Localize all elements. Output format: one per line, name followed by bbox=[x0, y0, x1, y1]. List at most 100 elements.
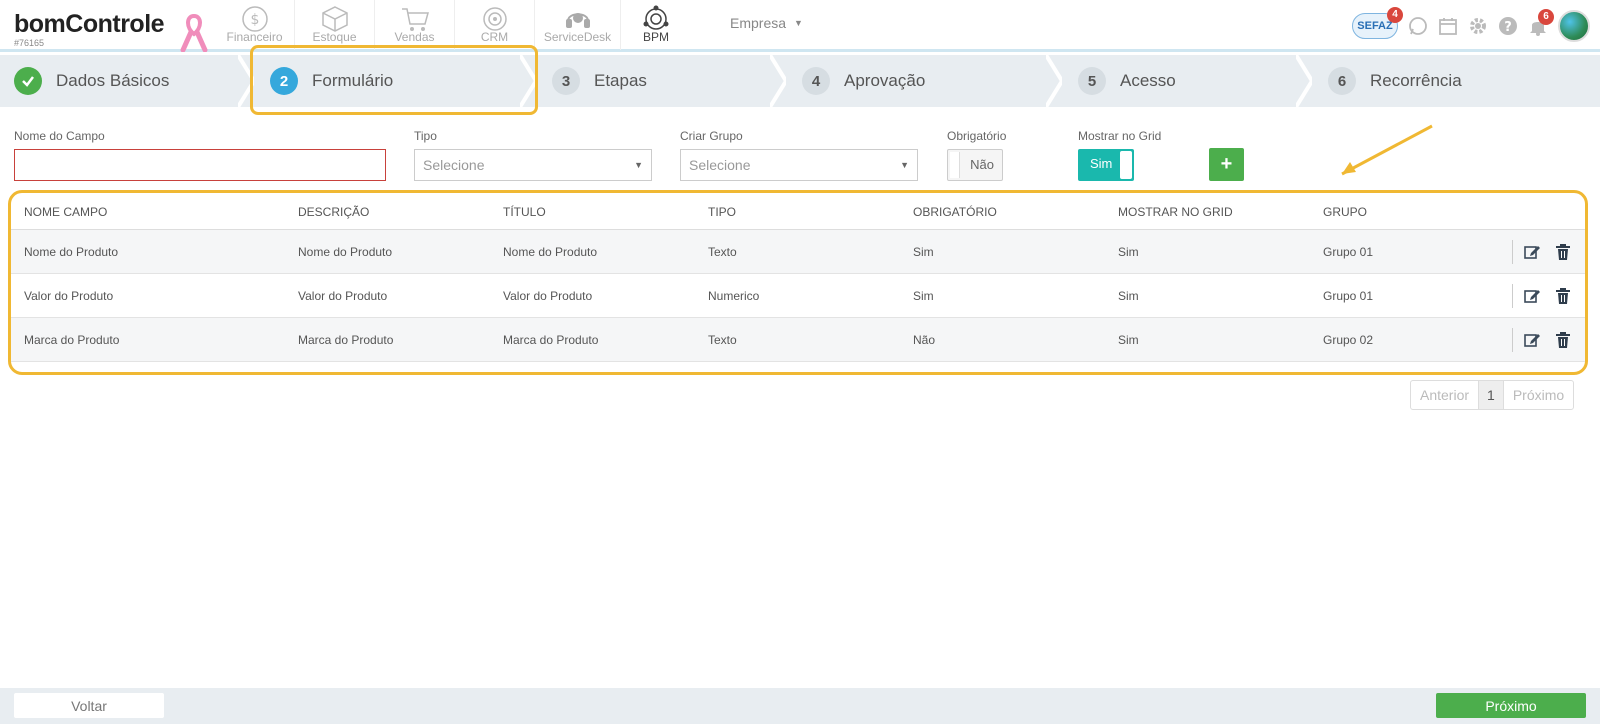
col-titulo[interactable]: TÍTULO bbox=[503, 205, 546, 219]
gear-icon[interactable] bbox=[1468, 16, 1488, 36]
back-button[interactable]: Voltar bbox=[14, 693, 164, 718]
cell-tipo: Texto bbox=[708, 245, 737, 259]
next-button[interactable]: Próximo bbox=[1436, 693, 1586, 718]
table-row: Marca do Produto Marca do Produto Marca … bbox=[11, 318, 1585, 362]
mostrar-grid-toggle[interactable]: Sim bbox=[1078, 149, 1134, 181]
module-bpm[interactable]: BPM bbox=[621, 0, 691, 50]
company-dropdown[interactable]: Empresa ▼ bbox=[730, 15, 803, 31]
cell-mostrar-grid: Sim bbox=[1118, 333, 1139, 347]
col-grupo[interactable]: GRUPO bbox=[1323, 205, 1367, 219]
criar-grupo-select[interactable]: Selecione ▼ bbox=[680, 149, 918, 181]
toggle-knob bbox=[1120, 151, 1132, 179]
step-etapas[interactable]: 3 Etapas bbox=[552, 55, 647, 107]
step-label: Etapas bbox=[594, 71, 647, 90]
brand-logo[interactable]: bomControle bbox=[14, 10, 165, 39]
obrigatorio-label: Obrigatório bbox=[947, 129, 1007, 143]
step-label: Dados Básicos bbox=[56, 71, 170, 90]
table-row: Nome do Produto Nome do Produto Nome do … bbox=[11, 230, 1585, 274]
col-descricao[interactable]: DESCRIÇÃO bbox=[298, 205, 369, 219]
header-actions: SEFAZ 4 ? 6 bbox=[1352, 6, 1590, 46]
table-row: Valor do Produto Valor do Produto Valor … bbox=[11, 274, 1585, 318]
sefaz-badge: 4 bbox=[1387, 7, 1403, 23]
whatsapp-icon[interactable] bbox=[1408, 16, 1428, 36]
shopping-cart-icon bbox=[401, 8, 429, 31]
cell-nome-campo: Nome do Produto bbox=[24, 245, 119, 259]
prev-page-button[interactable]: Anterior bbox=[1411, 381, 1480, 409]
row-actions bbox=[1512, 240, 1571, 264]
step-recorrencia[interactable]: 6 Recorrência bbox=[1328, 55, 1462, 107]
cell-obrigatorio: Sim bbox=[913, 245, 934, 259]
criar-grupo-value: Selecione bbox=[689, 157, 751, 173]
cell-tipo: Texto bbox=[708, 333, 737, 347]
sefaz-label: SEFAZ bbox=[1357, 20, 1393, 32]
step-number: 4 bbox=[802, 67, 830, 95]
col-mostrar-grid[interactable]: MOSTRAR NO GRID bbox=[1118, 205, 1233, 219]
company-label: Empresa bbox=[730, 15, 787, 31]
table-header: NOME CAMPO DESCRIÇÃO TÍTULO TIPO OBRIGAT… bbox=[11, 193, 1585, 230]
cell-obrigatorio: Não bbox=[913, 333, 936, 347]
add-field-button[interactable]: + bbox=[1209, 148, 1244, 181]
step-label: Acesso bbox=[1120, 71, 1176, 90]
account-id: #76165 bbox=[14, 38, 45, 48]
cell-tipo: Numerico bbox=[708, 289, 760, 303]
criar-grupo-label: Criar Grupo bbox=[680, 129, 743, 143]
svg-text:$: $ bbox=[250, 12, 259, 28]
sefaz-cloud-icon[interactable]: SEFAZ 4 bbox=[1352, 7, 1403, 39]
step-acesso[interactable]: 5 Acesso bbox=[1078, 55, 1176, 107]
tipo-select[interactable]: Selecione ▼ bbox=[414, 149, 652, 181]
notifications-badge: 6 bbox=[1538, 9, 1554, 25]
step-separator bbox=[1296, 55, 1312, 107]
fields-table: NOME CAMPO DESCRIÇÃO TÍTULO TIPO OBRIGAT… bbox=[8, 190, 1588, 375]
caret-down-icon: ▼ bbox=[794, 18, 803, 28]
cell-nome-campo: Valor do Produto bbox=[24, 289, 114, 303]
cell-grupo: Grupo 02 bbox=[1323, 333, 1374, 347]
step-number: 3 bbox=[552, 67, 580, 95]
mostrar-grid-label: Mostrar no Grid bbox=[1078, 129, 1162, 143]
module-crm[interactable]: CRM bbox=[455, 0, 535, 50]
calendar-icon[interactable] bbox=[1438, 16, 1458, 36]
toggle-knob bbox=[950, 152, 960, 178]
cell-grupo: Grupo 01 bbox=[1323, 289, 1374, 303]
dollar-coin-icon: $ bbox=[241, 6, 268, 32]
cell-descricao: Valor do Produto bbox=[298, 289, 388, 303]
step-separator bbox=[1046, 55, 1062, 107]
cell-titulo: Nome do Produto bbox=[503, 245, 598, 259]
col-tipo[interactable]: TIPO bbox=[708, 205, 736, 219]
highlight-frame bbox=[250, 45, 538, 115]
nome-campo-input[interactable] bbox=[14, 149, 386, 181]
box-icon bbox=[321, 6, 348, 32]
trash-icon[interactable] bbox=[1555, 243, 1571, 261]
col-nome-campo[interactable]: NOME CAMPO bbox=[24, 205, 107, 219]
module-financeiro[interactable]: $ Financeiro bbox=[215, 0, 295, 50]
step-aprovacao[interactable]: 4 Aprovação bbox=[802, 55, 925, 107]
cell-obrigatorio: Sim bbox=[913, 289, 934, 303]
module-estoque[interactable]: Estoque bbox=[295, 0, 375, 50]
obrigatorio-toggle[interactable]: Não bbox=[947, 149, 1003, 181]
headset-icon bbox=[565, 13, 590, 28]
page-1-button[interactable]: 1 bbox=[1479, 381, 1504, 409]
step-separator bbox=[770, 55, 786, 107]
step-dados-basicos[interactable]: Dados Básicos bbox=[14, 55, 169, 107]
nome-campo-label: Nome do Campo bbox=[14, 129, 105, 143]
pagination: Anterior 1 Próximo bbox=[1410, 380, 1575, 410]
step-number: 6 bbox=[1328, 67, 1356, 95]
caret-down-icon: ▼ bbox=[900, 160, 909, 170]
edit-icon[interactable] bbox=[1523, 331, 1541, 349]
caret-down-icon: ▼ bbox=[634, 160, 643, 170]
edit-icon[interactable] bbox=[1523, 243, 1541, 261]
user-avatar[interactable] bbox=[1558, 10, 1590, 42]
col-obrigatorio[interactable]: OBRIGATÓRIO bbox=[913, 205, 997, 219]
next-page-button[interactable]: Próximo bbox=[1504, 381, 1573, 409]
help-icon[interactable]: ? bbox=[1498, 16, 1518, 36]
bell-icon[interactable]: 6 bbox=[1528, 9, 1554, 36]
edit-icon[interactable] bbox=[1523, 287, 1541, 305]
cell-descricao: Marca do Produto bbox=[298, 333, 394, 347]
cell-mostrar-grid: Sim bbox=[1118, 245, 1139, 259]
module-servicedesk[interactable]: ServiceDesk bbox=[535, 0, 621, 50]
footer-bar: Voltar Próximo bbox=[0, 688, 1600, 724]
annotation-arrow-icon bbox=[1341, 124, 1433, 176]
trash-icon[interactable] bbox=[1555, 331, 1571, 349]
trash-icon[interactable] bbox=[1555, 287, 1571, 305]
module-vendas[interactable]: Vendas bbox=[375, 0, 455, 50]
cell-nome-campo: Marca do Produto bbox=[24, 333, 120, 347]
